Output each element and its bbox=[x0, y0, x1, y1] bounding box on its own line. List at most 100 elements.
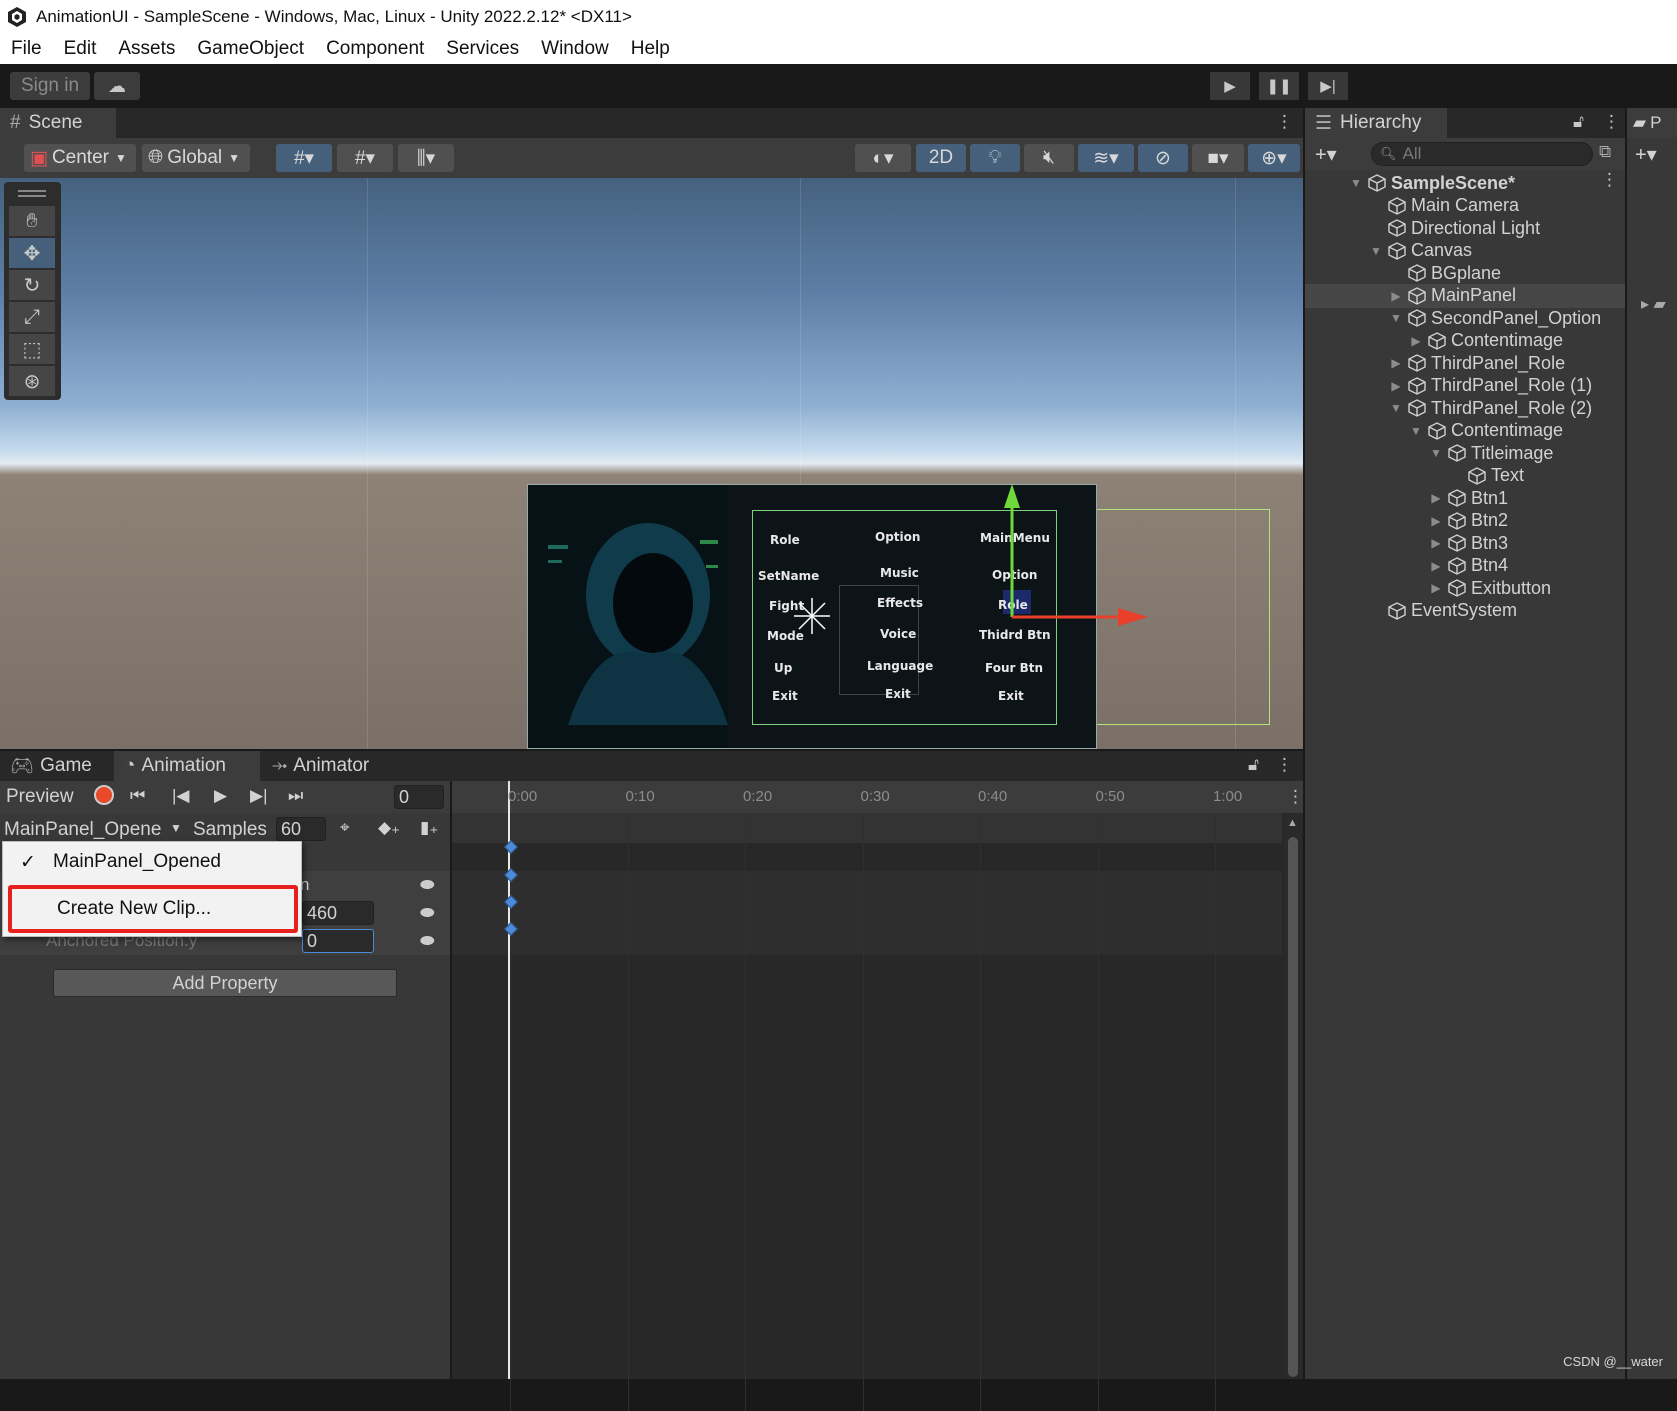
menu-file[interactable]: File bbox=[0, 38, 53, 60]
visibility-toggle[interactable]: ⊘ bbox=[1138, 144, 1188, 172]
hierarchy-item[interactable]: ▼ ThirdPanel_Role (2) bbox=[1305, 396, 1625, 420]
frame-input[interactable]: 0 bbox=[394, 785, 444, 809]
menu-assets[interactable]: Assets bbox=[107, 38, 186, 60]
hierarchy-item[interactable]: Text bbox=[1305, 464, 1625, 488]
hierarchy-item[interactable]: ▶ ThirdPanel_Role (1) bbox=[1305, 374, 1625, 398]
lock-icon[interactable]: 🔓︎ bbox=[1573, 112, 1584, 132]
more-options-icon[interactable]: ⋮ bbox=[1601, 170, 1618, 190]
scale-tool[interactable]: ⤢ bbox=[9, 302, 55, 332]
hierarchy-search-input[interactable]: 🔍︎ All bbox=[1371, 142, 1593, 166]
hierarchy-item[interactable]: ▶ ThirdPanel_Role bbox=[1305, 351, 1625, 375]
tab-game[interactable]: 🎮︎ Game bbox=[0, 751, 112, 781]
key-toggle-icon[interactable]: ⬬ bbox=[420, 903, 435, 923]
samples-input[interactable]: 60 bbox=[276, 817, 326, 841]
step-button[interactable]: ▶| bbox=[1308, 72, 1348, 100]
expand-arrow-icon[interactable]: ▶ bbox=[1429, 514, 1443, 528]
clip-selector[interactable]: MainPanel_Opene bbox=[4, 819, 161, 841]
first-key-icon[interactable]: ⏮ bbox=[130, 786, 145, 806]
more-options-icon[interactable]: ⋮ bbox=[1603, 112, 1620, 132]
add-property-button[interactable]: Add Property bbox=[53, 969, 397, 997]
add-asset-button[interactable]: +▾ bbox=[1635, 142, 1657, 167]
hierarchy-item[interactable]: ▶ Btn2 bbox=[1305, 509, 1625, 533]
expand-arrow-icon[interactable]: ▶ bbox=[1389, 289, 1403, 303]
hierarchy-item[interactable]: ▶ Btn1 bbox=[1305, 486, 1625, 510]
tab-scene[interactable]: # Scene bbox=[0, 108, 116, 138]
expand-arrow-icon[interactable]: ▼ bbox=[1349, 176, 1363, 190]
lighting-toggle[interactable]: 💡︎ bbox=[970, 144, 1020, 172]
hierarchy-item[interactable]: ▼ SampleScene* bbox=[1305, 171, 1625, 195]
folder-icon[interactable]: ▸ ▰ bbox=[1641, 294, 1666, 314]
key-toggle-icon[interactable]: ⬬ bbox=[420, 931, 435, 951]
hierarchy-item[interactable]: BGplane bbox=[1305, 261, 1625, 285]
hierarchy-item[interactable]: ▶ Exitbutton bbox=[1305, 576, 1625, 600]
menu-help[interactable]: Help bbox=[620, 38, 681, 60]
chevron-down-icon[interactable]: ▼ bbox=[170, 821, 182, 835]
cloud-button[interactable]: ☁ bbox=[94, 72, 140, 100]
tab-project[interactable]: ▰ P bbox=[1627, 108, 1677, 138]
add-keyframe-icon[interactable]: ◆₊ bbox=[378, 818, 400, 838]
hierarchy-item[interactable]: ▶ Btn4 bbox=[1305, 554, 1625, 578]
move-gizmo[interactable] bbox=[780, 480, 1160, 640]
hierarchy-item[interactable]: ▼ Contentimage bbox=[1305, 419, 1625, 443]
drag-handle-icon[interactable] bbox=[18, 190, 46, 192]
pause-button[interactable]: ❚❚ bbox=[1259, 72, 1299, 100]
tab-animator[interactable]: ⤞ Animator bbox=[262, 751, 402, 781]
y-axis-arrow-icon[interactable] bbox=[1004, 484, 1020, 508]
effects-toggle[interactable]: ≋▾ bbox=[1078, 144, 1134, 172]
hierarchy-item[interactable]: Main Camera bbox=[1305, 194, 1625, 218]
more-options-icon[interactable]: ⋮ bbox=[1276, 112, 1293, 132]
tab-hierarchy[interactable]: ☰ Hierarchy bbox=[1305, 108, 1447, 138]
draw-mode-dropdown[interactable]: ◐▾ bbox=[855, 144, 911, 172]
sign-in-button[interactable]: Sign in bbox=[10, 72, 90, 100]
play-icon[interactable]: ▶ bbox=[214, 786, 227, 806]
expand-arrow-icon[interactable]: ▶ bbox=[1429, 491, 1443, 505]
increment-snap-button[interactable]: ⫼▾ bbox=[398, 144, 454, 172]
property-value-x[interactable]: 460 bbox=[302, 901, 374, 925]
add-object-button[interactable]: +▾ bbox=[1315, 142, 1337, 167]
space-dropdown[interactable]: 🌐︎ Global ▼ bbox=[142, 144, 250, 172]
expand-arrow-icon[interactable]: ▶ bbox=[1389, 356, 1403, 370]
expand-arrow-icon[interactable]: ▼ bbox=[1409, 424, 1423, 438]
expand-arrow-icon[interactable]: ▶ bbox=[1409, 334, 1423, 348]
hierarchy-item[interactable]: ▼ SecondPanel_Option bbox=[1305, 306, 1625, 330]
grid-toggle-button[interactable]: #▾ bbox=[337, 144, 393, 172]
hierarchy-item[interactable]: ▼ Canvas bbox=[1305, 239, 1625, 263]
add-event-icon[interactable]: ▮₊ bbox=[420, 818, 438, 838]
menu-gameobject[interactable]: GameObject bbox=[186, 38, 315, 60]
lock-icon[interactable]: 🔓︎ bbox=[1248, 755, 1259, 775]
expand-arrow-icon[interactable]: ▶ bbox=[1429, 536, 1443, 550]
vertical-scrollbar[interactable]: ▲ bbox=[1284, 815, 1302, 1379]
more-options-icon[interactable]: ⋮ bbox=[1287, 787, 1304, 807]
snap-icon[interactable]: ⌖ bbox=[340, 818, 350, 838]
hierarchy-item[interactable]: Directional Light bbox=[1305, 216, 1625, 240]
scrollbar-thumb[interactable] bbox=[1288, 837, 1298, 1377]
search-options-icon[interactable]: ⧉ bbox=[1599, 142, 1611, 162]
toggle-2d-button[interactable]: 2D bbox=[916, 144, 966, 172]
menu-component[interactable]: Component bbox=[315, 38, 435, 60]
preview-toggle[interactable]: Preview bbox=[6, 786, 74, 808]
pivot-dropdown[interactable]: ▣ Center ▼ bbox=[24, 144, 136, 172]
record-icon[interactable] bbox=[94, 785, 114, 805]
expand-arrow-icon[interactable]: ▶ bbox=[1429, 559, 1443, 573]
audio-toggle[interactable]: 🔇︎ bbox=[1024, 144, 1074, 172]
menu-services[interactable]: Services bbox=[435, 38, 530, 60]
transform-tool[interactable]: ⊛ bbox=[9, 366, 55, 396]
gizmos-dropdown[interactable]: ⊕▾ bbox=[1248, 144, 1300, 172]
move-tool[interactable]: ✥ bbox=[9, 238, 55, 268]
scroll-up-icon[interactable]: ▲ bbox=[1287, 817, 1298, 829]
hand-tool[interactable]: ✋︎ bbox=[9, 206, 55, 236]
hierarchy-item[interactable]: ▶ Btn3 bbox=[1305, 531, 1625, 555]
rotate-tool[interactable]: ↻ bbox=[9, 270, 55, 300]
more-options-icon[interactable]: ⋮ bbox=[1276, 755, 1293, 775]
hierarchy-item[interactable]: EventSystem bbox=[1305, 599, 1625, 623]
key-toggle-icon[interactable]: ⬬ bbox=[420, 875, 435, 895]
expand-arrow-icon[interactable]: ▼ bbox=[1429, 446, 1443, 460]
hierarchy-item[interactable]: ▼ Titleimage bbox=[1305, 441, 1625, 465]
hierarchy-item[interactable]: ▶ MainPanel bbox=[1305, 283, 1625, 308]
clip-option[interactable]: ✓ MainPanel_Opened bbox=[3, 844, 301, 880]
property-value-y[interactable]: 0 bbox=[302, 929, 374, 953]
animation-timeline[interactable]: ▲ ⋮ 0:00 0:10 0:20 0:30 0:40 0:50 1:00 bbox=[452, 781, 1304, 1411]
event-lane[interactable] bbox=[452, 813, 1282, 843]
prev-key-icon[interactable]: |◀ bbox=[172, 786, 190, 806]
next-key-icon[interactable]: ▶| bbox=[250, 786, 268, 806]
